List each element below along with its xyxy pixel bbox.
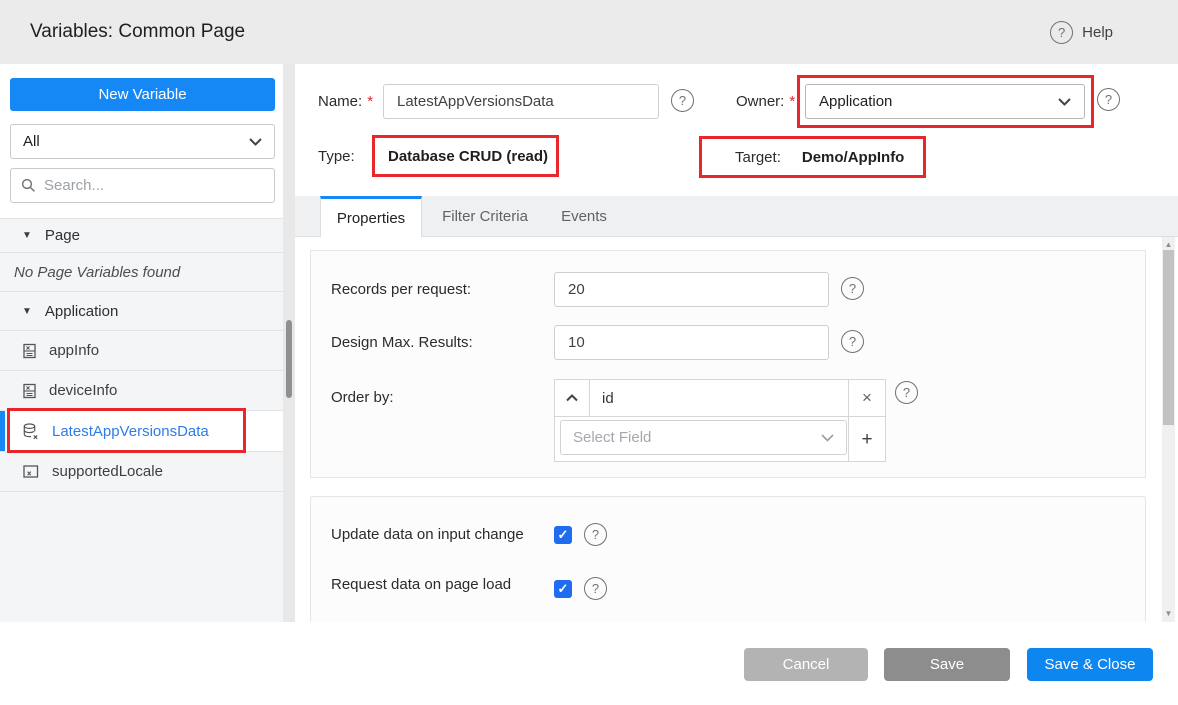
dialog-header: Variables: Common Page ? Help <box>0 0 1178 64</box>
update-data-checkbox[interactable]: ✓ <box>554 526 572 544</box>
required-asterisk: * <box>789 93 795 110</box>
tab-strip <box>295 196 1178 237</box>
owner-label-text: Owner: <box>736 93 784 110</box>
name-label: Name: * <box>318 84 373 119</box>
help-label: Help <box>1082 24 1113 41</box>
custom-variable-icon <box>23 343 36 359</box>
order-by-widget: id × Select Field + <box>554 379 886 462</box>
owner-select[interactable]: Application <box>805 84 1085 119</box>
tab-events[interactable]: Events <box>560 196 608 237</box>
request-data-help-icon[interactable]: ? <box>584 577 607 600</box>
expander-down-icon: ▼ <box>22 230 32 241</box>
design-max-results-label: Design Max. Results: <box>331 325 473 360</box>
records-per-request-input[interactable] <box>554 272 829 307</box>
target-value: Demo/AppInfo <box>802 149 905 166</box>
records-help-icon[interactable]: ? <box>841 277 864 300</box>
plus-icon: + <box>861 429 872 451</box>
sidebar-item-label: LatestAppVersionsData <box>52 423 209 440</box>
sidebar-item-label: appInfo <box>49 342 99 359</box>
remove-order-button[interactable]: × <box>848 380 885 417</box>
sidebar-item-deviceinfo[interactable]: deviceInfo <box>0 371 283 411</box>
name-help-icon[interactable]: ? <box>671 89 694 112</box>
sidebar-item-label: supportedLocale <box>52 463 163 480</box>
tab-filter-criteria[interactable]: Filter Criteria <box>440 196 530 237</box>
cancel-button[interactable]: Cancel <box>744 648 868 681</box>
search-icon <box>21 178 36 193</box>
records-per-request-label: Records per request: <box>331 272 471 307</box>
close-icon: × <box>862 388 872 408</box>
chevron-down-icon <box>821 434 834 442</box>
max-results-help-icon[interactable]: ? <box>841 330 864 353</box>
sidebar-scrollbar-thumb[interactable] <box>286 320 292 398</box>
order-by-help-icon[interactable]: ? <box>895 381 918 404</box>
database-variable-icon <box>23 423 39 440</box>
variables-dialog: Variables: Common Page ? Help New Variab… <box>0 0 1178 705</box>
chevron-down-icon <box>249 138 262 146</box>
check-icon: ✓ <box>558 527 569 543</box>
content-scrollbar-thumb[interactable] <box>1163 250 1174 425</box>
new-variable-button[interactable]: New Variable <box>10 78 275 111</box>
order-by-label: Order by: <box>331 379 394 416</box>
search-box[interactable] <box>10 168 275 203</box>
sort-direction-button[interactable] <box>555 380 590 417</box>
request-settings-group: Records per request: ? Design Max. Resul… <box>310 250 1146 478</box>
check-icon: ✓ <box>558 581 569 597</box>
expander-down-icon: ▼ <box>22 306 32 317</box>
annotation-target: Target: Demo/AppInfo <box>699 136 926 178</box>
scroll-down-icon[interactable]: ▼ <box>1162 607 1175 620</box>
filter-select-value: All <box>23 133 40 150</box>
properties-panel: Records per request: ? Design Max. Resul… <box>295 237 1155 622</box>
owner-help-icon[interactable]: ? <box>1097 88 1120 111</box>
order-field-value: id <box>590 380 848 417</box>
help-button[interactable]: ? Help <box>1050 0 1113 64</box>
required-asterisk: * <box>367 93 373 110</box>
chevron-down-icon <box>1058 98 1071 106</box>
chevron-up-icon <box>566 394 578 402</box>
order-by-row: Select Field <box>555 417 848 462</box>
help-icon: ? <box>1050 21 1073 44</box>
save-and-close-button[interactable]: Save & Close <box>1027 648 1153 681</box>
name-label-text: Name: <box>318 93 362 110</box>
sidebar-item-latestappversionsdata[interactable]: LatestAppVersionsData <box>0 411 283 452</box>
section-label: Page <box>45 227 80 244</box>
selected-indicator-bar <box>0 411 5 451</box>
search-input[interactable] <box>44 177 264 194</box>
add-order-field-button[interactable]: + <box>848 417 885 462</box>
sidebar-item-appinfo[interactable]: appInfo <box>0 331 283 371</box>
save-button[interactable]: Save <box>884 648 1010 681</box>
no-page-variables-text: No Page Variables found <box>0 253 283 292</box>
variable-filter-select[interactable]: All <box>10 124 275 159</box>
sidebar-section-page[interactable]: ▼ Page <box>0 218 283 253</box>
owner-label: Owner: * <box>736 84 795 119</box>
model-variable-icon <box>23 464 39 479</box>
select-field-dropdown[interactable]: Select Field <box>560 420 847 455</box>
target-label: Target: <box>735 149 781 166</box>
update-data-label: Update data on input change <box>331 517 524 552</box>
request-data-label: Request data on page load <box>331 567 511 602</box>
sidebar-item-supportedlocale[interactable]: supportedLocale <box>0 452 283 492</box>
page-title: Variables: Common Page <box>30 0 245 64</box>
behavior-settings-group: Update data on input change ✓ ? Request … <box>310 496 1146 622</box>
owner-select-value: Application <box>819 93 892 110</box>
custom-variable-icon <box>23 383 36 399</box>
section-label: Application <box>45 303 118 320</box>
annotation-type: Database CRUD (read) <box>372 135 559 177</box>
type-label: Type: <box>318 136 355 177</box>
sidebar-item-label: deviceInfo <box>49 382 117 399</box>
name-input[interactable] <box>383 84 659 119</box>
sidebar-section-application[interactable]: ▼ Application <box>0 292 283 331</box>
tab-properties[interactable]: Properties <box>320 196 422 237</box>
request-data-checkbox[interactable]: ✓ <box>554 580 572 598</box>
select-field-placeholder: Select Field <box>573 429 651 446</box>
update-data-help-icon[interactable]: ? <box>584 523 607 546</box>
type-value: Database CRUD (read) <box>388 148 548 165</box>
design-max-results-input[interactable] <box>554 325 829 360</box>
